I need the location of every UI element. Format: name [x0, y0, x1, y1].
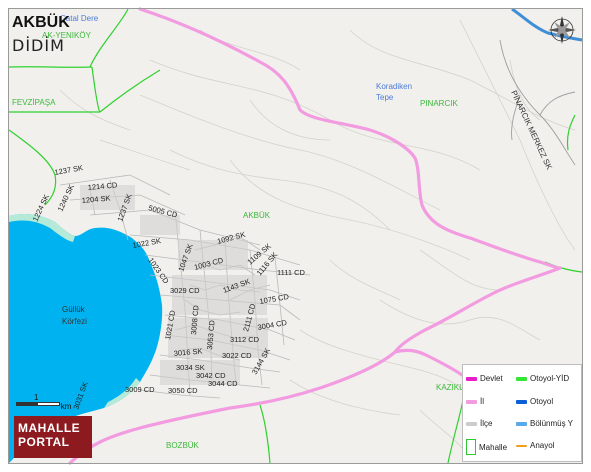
- legend-label: İl: [480, 397, 484, 406]
- map-legend: Devlet Otoyol-YİD İl Otoyol İlçe Bölünmü…: [462, 364, 582, 462]
- legend-item-otoyol-yid: Otoyol-YİD: [516, 374, 569, 383]
- legend-item-devlet: Devlet: [466, 374, 503, 383]
- legend-swatch: [466, 439, 476, 455]
- map-subtitle: DİDİM: [12, 36, 65, 55]
- logo-line-2: PORTAL: [18, 435, 70, 449]
- place-label: KAZIKL: [436, 383, 464, 392]
- legend-item-anayol: Anayol: [516, 441, 554, 450]
- mahalle-portal-logo[interactable]: MAHALLE PORTAL: [14, 416, 92, 458]
- street-label: 3022 CD: [222, 351, 252, 360]
- street-label: 3050 CD: [168, 386, 198, 395]
- legend-swatch: [516, 376, 527, 381]
- place-label: PINARCIK: [420, 99, 458, 108]
- street-label: 1111 CD: [277, 268, 306, 277]
- legend-swatch: [516, 421, 527, 426]
- legend-label: Devlet: [480, 374, 503, 383]
- place-label-line: Tepe: [376, 93, 394, 102]
- place-label: BOZBÜK: [166, 441, 200, 450]
- legend-swatch: [466, 376, 477, 381]
- legend-label: Otoyol: [530, 397, 554, 406]
- place-label: AKBÜK: [243, 211, 271, 220]
- legend-swatch: [516, 444, 527, 447]
- place-label-line: Koradiken: [376, 82, 412, 91]
- legend-swatch: [466, 421, 477, 426]
- legend-item-otoyol: Otoyol: [516, 397, 553, 406]
- legend-label: Bölünmüş Y: [530, 419, 573, 428]
- place-label-line: Güllük: [62, 305, 86, 314]
- scale-bar: [16, 402, 60, 406]
- legend-item-mahalle: Mahalle: [466, 439, 507, 455]
- legend-item-ilce: İlçe: [466, 419, 492, 428]
- scale-unit: km: [60, 402, 72, 411]
- street-label: 3009 CD: [125, 385, 155, 394]
- street-label: 3029 CD: [170, 286, 200, 295]
- place-label-line: Körfezi: [62, 317, 87, 326]
- legend-label: Mahalle: [479, 442, 508, 452]
- legend-swatch: [516, 399, 527, 404]
- street-label: 3044 CD: [208, 379, 238, 388]
- logo-line-1: MAHALLE: [18, 421, 81, 435]
- scale-label: 1 km: [16, 393, 71, 411]
- legend-label: İlçe: [480, 419, 493, 428]
- legend-label: Anayol: [530, 441, 555, 450]
- scale-value: 1: [34, 393, 39, 402]
- place-label: FEVZİPAŞA: [12, 98, 56, 107]
- legend-item-bolunmus: Bölünmüş Y: [516, 419, 573, 428]
- legend-swatch: [466, 399, 477, 404]
- street-label: 3112 CD: [230, 335, 260, 344]
- map-title: AKBÜK: [12, 14, 70, 31]
- legend-item-il: İl: [466, 397, 484, 406]
- legend-label: Otoyol-YİD: [530, 374, 570, 383]
